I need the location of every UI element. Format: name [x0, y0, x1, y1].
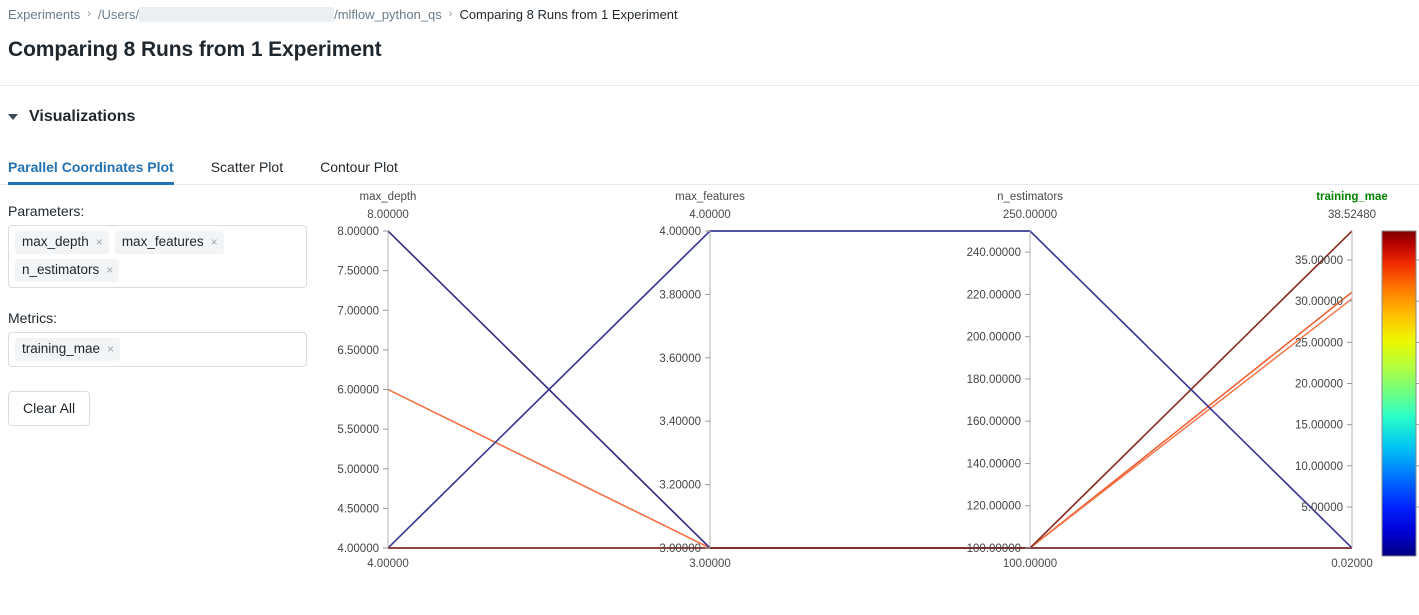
panel-spacer [8, 288, 330, 310]
axis-tick-label: 5.00000 [1301, 502, 1343, 514]
pcp-run-line[interactable] [387, 230, 1353, 549]
axis-tick-label: 35.00000 [1295, 255, 1343, 267]
selection-panel: Parameters: max_depth × max_features × n… [0, 185, 330, 580]
breadcrumb-redacted-username [139, 6, 335, 22]
colorbar-gradient [1382, 231, 1416, 556]
axis-tick-label: 3.40000 [659, 416, 701, 428]
axis-tick-label: 7.50000 [337, 266, 379, 278]
tab-contour-plot[interactable]: Contour Plot [320, 159, 410, 184]
axis-title: max_features [675, 191, 745, 203]
metrics-chip-input[interactable]: training_mae × [8, 332, 307, 367]
pcp-svg-canvas[interactable]: max_depth 8.00000 4.00000 8.00000 7.50000 7.0… [330, 185, 1419, 580]
axis-tick-label: 30.00000 [1295, 296, 1343, 308]
pcp-axis-n_estimators[interactable]: n_estimators 250.00000 100.00000 240.00000 2… [967, 191, 1064, 570]
axis-bottom-value: 100.00000 [1003, 558, 1057, 570]
axis-tick-label: 4.50000 [337, 503, 379, 515]
chip-max-features[interactable]: max_features × [114, 231, 224, 254]
breadcrumb: Experiments › /Users/ /mlflow_python_qs ›… [0, 0, 1419, 28]
parameters-chip-input[interactable]: max_depth × max_features × n_estimators … [8, 225, 307, 288]
axis-tick-label: 4.00000 [659, 226, 701, 238]
close-icon[interactable]: × [107, 343, 114, 355]
axis-tick-label: 120.00000 [967, 501, 1021, 513]
axis-tick-label: 5.50000 [337, 424, 379, 436]
axis-tick-label: 180.00000 [967, 374, 1021, 386]
axis-title: n_estimators [997, 191, 1063, 203]
breadcrumb-experiment-path[interactable]: /mlflow_python_qs [334, 7, 442, 22]
pcp-run-line[interactable] [387, 230, 1352, 549]
axis-tick-label: 10.00000 [1295, 461, 1343, 473]
clear-all-button[interactable]: Clear All [8, 391, 91, 426]
breadcrumb-separator-icon: › [87, 8, 91, 20]
axis-tick-label: 100.00000 [967, 543, 1021, 555]
section-title: Visualizations [29, 108, 136, 125]
axis-bottom-value: 3.00000 [689, 558, 731, 570]
axis-tick-label: 7.00000 [337, 305, 379, 317]
breadcrumb-separator-icon-2: › [448, 8, 453, 20]
pcp-run-line[interactable] [387, 298, 1353, 549]
axis-tick-label: 240.00000 [967, 247, 1021, 259]
parameters-label: Parameters: [8, 203, 85, 219]
axis-tick-label: 3.80000 [659, 289, 701, 301]
pcp-axis-max_features[interactable]: max_features 4.00000 3.00000 4.00000 3.80000… [659, 191, 745, 570]
axis-title: training_mae [1316, 191, 1388, 203]
chip-max-depth[interactable]: max_depth × [15, 231, 109, 254]
axis-tick-label: 25.00000 [1295, 337, 1343, 349]
axis-top-value: 8.00000 [367, 209, 409, 221]
chip-label: max_depth [22, 234, 89, 249]
axis-tick-label: 4.00000 [337, 543, 379, 555]
axis-top-value: 4.00000 [689, 209, 731, 221]
chip-label: n_estimators [22, 262, 100, 277]
close-icon[interactable]: × [106, 264, 113, 276]
pcp-axis-training_mae[interactable]: training_mae 38.52480 0.02000 35.00000 30.00… [1295, 191, 1388, 570]
breadcrumb-users-path[interactable]: /Users/ [98, 7, 139, 22]
visualization-content: Parameters: max_depth × max_features × n… [0, 185, 1419, 580]
chip-n-estimators[interactable]: n_estimators × [15, 259, 120, 282]
page-title: Comparing 8 Runs from 1 Experiment [8, 38, 382, 61]
tab-scatter-plot[interactable]: Scatter Plot [211, 159, 295, 184]
metrics-label: Metrics: [8, 310, 57, 326]
visualizations-section-header[interactable]: Visualizations [0, 86, 1419, 126]
axis-top-value: 250.00000 [1003, 209, 1057, 221]
breadcrumb-current: Comparing 8 Runs from 1 Experiment [459, 6, 678, 22]
axis-tick-label: 6.00000 [337, 385, 379, 397]
axis-tick-label: 140.00000 [967, 458, 1021, 470]
axis-tick-label: 5.00000 [337, 464, 379, 476]
pcp-run-line[interactable] [387, 291, 1353, 549]
axis-bottom-value: 4.00000 [367, 558, 409, 570]
pcp-run-line[interactable] [388, 230, 1353, 549]
chip-training-mae[interactable]: training_mae × [15, 338, 121, 361]
chevron-down-icon[interactable] [8, 114, 18, 120]
axis-tick-label: 200.00000 [967, 332, 1021, 344]
axis-title: max_depth [360, 191, 417, 203]
visualization-tabs: Parallel Coordinates Plot Scatter Plot C… [0, 151, 1419, 185]
parallel-coordinates-plot[interactable]: max_depth 8.00000 4.00000 8.00000 7.50000 7.0… [330, 185, 1419, 580]
axis-tick-label: 6.50000 [337, 345, 379, 357]
axis-tick-label: 3.00000 [659, 543, 701, 555]
axis-tick-label: 3.60000 [659, 353, 701, 365]
axis-tick-label: 3.20000 [659, 480, 701, 492]
tab-parallel-coordinates-plot[interactable]: Parallel Coordinates Plot [8, 159, 186, 185]
axis-tick-label: 15.00000 [1295, 420, 1343, 432]
close-icon[interactable]: × [96, 236, 103, 248]
axis-top-value: 38.52480 [1328, 209, 1376, 221]
axis-tick-label: 160.00000 [967, 416, 1021, 428]
axis-bottom-value: 0.02000 [1331, 558, 1373, 570]
colorbar[interactable] [1381, 230, 1419, 557]
close-icon[interactable]: × [211, 236, 218, 248]
pcp-run-line[interactable] [387, 230, 1353, 549]
chip-label: max_features [121, 234, 204, 249]
axis-tick-label: 8.00000 [337, 226, 379, 238]
pcp-run-line[interactable] [387, 230, 1353, 549]
chip-label: training_mae [22, 341, 101, 356]
axis-tick-label: 220.00000 [967, 289, 1021, 301]
breadcrumb-experiments-link[interactable]: Experiments [8, 7, 80, 22]
axis-tick-label: 20.00000 [1295, 379, 1343, 391]
